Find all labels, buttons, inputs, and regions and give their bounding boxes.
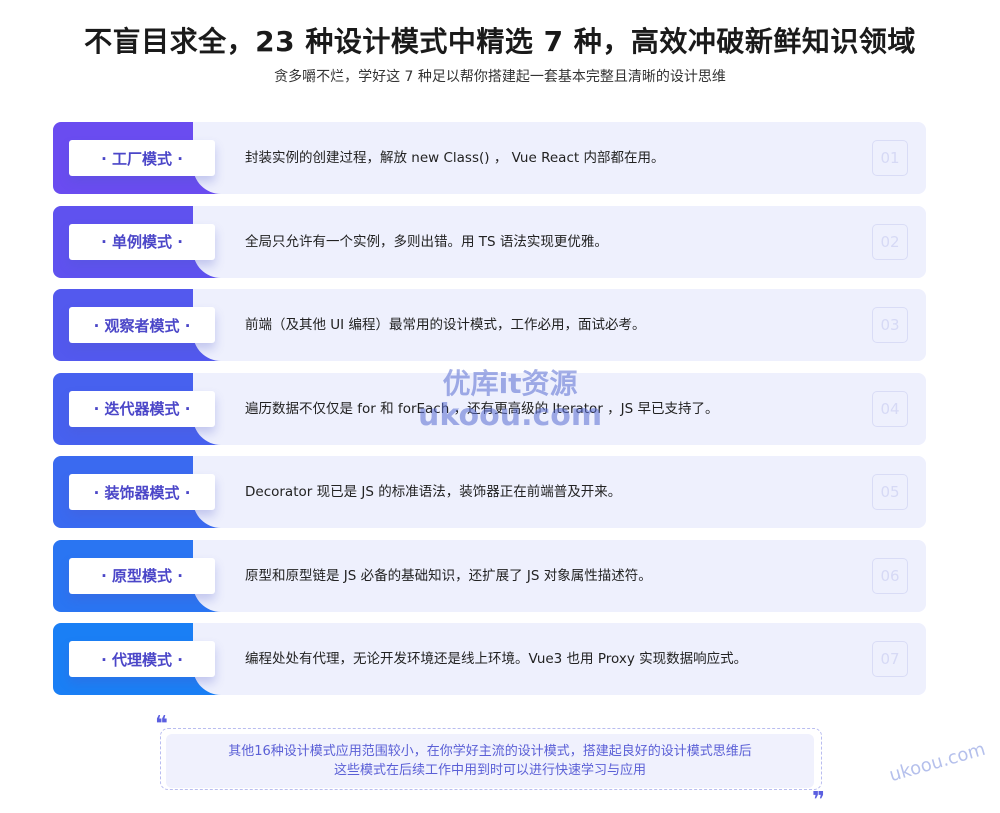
pattern-row: · 代理模式 · 编程处处有代理，无论开发环境还是线上环境。Vue3 也用 Pro… (53, 623, 926, 695)
pattern-description: 原型和原型链是 JS 必备的基础知识，还扩展了 JS 对象属性描述符。 (245, 567, 652, 584)
pattern-description: 全局只允许有一个实例，多则出错。用 TS 语法实现更优雅。 (245, 233, 608, 250)
watermark: 优库it资源 ukoou.com (418, 368, 602, 432)
pattern-row: · 单例模式 · 全局只允许有一个实例，多则出错。用 TS 语法实现更优雅。 02 (53, 205, 926, 278)
pattern-name-tag: · 迭代器模式 · (69, 390, 215, 427)
pattern-description: 封装实例的创建过程，解放 new Class() ， Vue React 内部都… (245, 150, 665, 166)
pattern-number-badge: 02 (872, 223, 908, 260)
pattern-number-badge: 03 (872, 307, 908, 343)
pattern-number-badge: 04 (872, 390, 908, 427)
corner-watermark: ukoou.com (887, 738, 988, 787)
pattern-name-tag: · 观察者模式 · (69, 307, 215, 343)
watermark-line-1: 优库it资源 (442, 367, 578, 400)
pattern-row: · 工厂模式 · 封装实例的创建过程，解放 new Class() ， Vue R… (53, 122, 926, 194)
pattern-name-tag: · 代理模式 · (69, 641, 215, 677)
pattern-description: 前端（及其他 UI 编程）最常用的设计模式，工作必用，面试必考。 (245, 317, 646, 333)
note-line-1: 其他16种设计模式应用范围较小，在你学好主流的设计模式，搭建起良好的设计模式思维… (228, 744, 752, 759)
close-quote-icon: ❞ (812, 788, 825, 813)
pattern-description: Decorator 现已是 JS 的标准语法，装饰器正在前端普及开来。 (245, 484, 622, 500)
pattern-description: 编程处处有代理，无论开发环境还是线上环境。Vue3 也用 Proxy 实现数据响… (245, 651, 748, 667)
pattern-name-tag: · 原型模式 · (69, 557, 215, 594)
page-title: 不盲目求全，23 种设计模式中精选 7 种，高效冲破新鲜知识领域 (84, 25, 916, 58)
pattern-number-badge: 06 (872, 557, 908, 594)
pattern-name-tag: · 装饰器模式 · (69, 474, 215, 510)
note-box: 其他16种设计模式应用范围较小，在你学好主流的设计模式，搭建起良好的设计模式思维… (166, 734, 814, 788)
pattern-number-badge: 05 (872, 474, 908, 510)
pattern-number-badge: 01 (872, 140, 908, 176)
watermark-line-2: ukoou.com (418, 398, 603, 433)
pattern-row: · 观察者模式 · 前端（及其他 UI 编程）最常用的设计模式，工作必用，面试必考… (53, 289, 926, 361)
pattern-row: · 装饰器模式 · Decorator 现已是 JS 的标准语法，装饰器正在前端普… (53, 456, 926, 528)
note-line-2: 这些模式在后续工作中用到时可以进行快速学习与应用 (333, 763, 646, 778)
pattern-name-tag: · 工厂模式 · (69, 140, 215, 176)
pattern-row: · 原型模式 · 原型和原型链是 JS 必备的基础知识，还扩展了 JS 对象属性描… (53, 539, 926, 612)
pattern-number-badge: 07 (872, 641, 908, 677)
open-quote-icon: ❝ (155, 712, 168, 737)
pattern-name-tag: · 单例模式 · (69, 223, 215, 260)
page-subtitle: 贪多嚼不烂，学好这 7 种足以帮你搭建起一套基本完整且清晰的设计思维 (274, 69, 726, 85)
